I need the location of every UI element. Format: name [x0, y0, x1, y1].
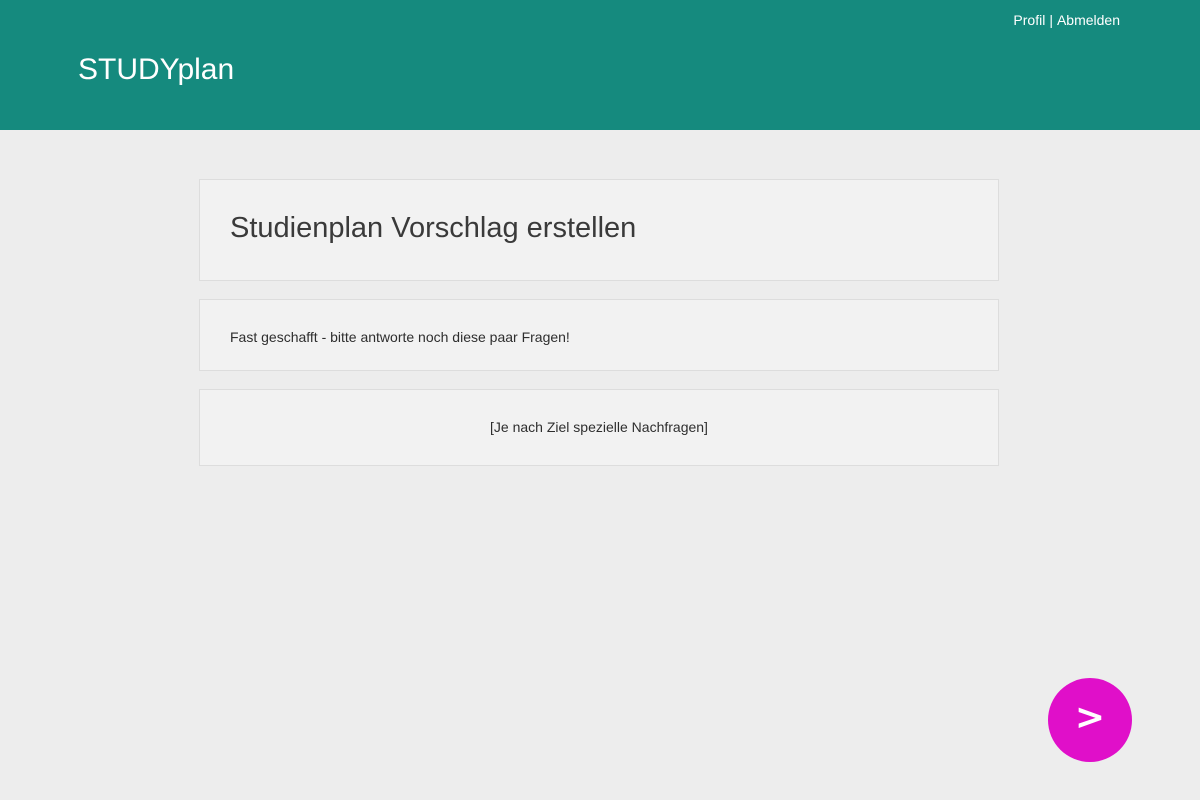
page-title: Studienplan Vorschlag erstellen	[230, 212, 637, 244]
info-panel: Fast geschafft - bitte antworte noch die…	[199, 299, 999, 371]
next-button[interactable]: >	[1048, 678, 1132, 762]
app-header: STUDYplan Profil | Abmelden	[0, 0, 1200, 130]
logout-link[interactable]: Abmelden	[1057, 12, 1120, 28]
app-logo: STUDYplan	[78, 53, 235, 86]
chevron-right-icon: >	[1074, 697, 1106, 738]
questions-placeholder-text: [Je nach Ziel spezielle Nachfragen]	[490, 419, 708, 435]
questions-panel: [Je nach Ziel spezielle Nachfragen]	[199, 389, 999, 466]
title-panel: Studienplan Vorschlag erstellen	[199, 179, 999, 281]
profile-link[interactable]: Profil	[1013, 12, 1045, 28]
info-text: Fast geschafft - bitte antworte noch die…	[230, 329, 570, 345]
link-separator: |	[1049, 12, 1053, 28]
account-links: Profil | Abmelden	[1013, 11, 1120, 29]
